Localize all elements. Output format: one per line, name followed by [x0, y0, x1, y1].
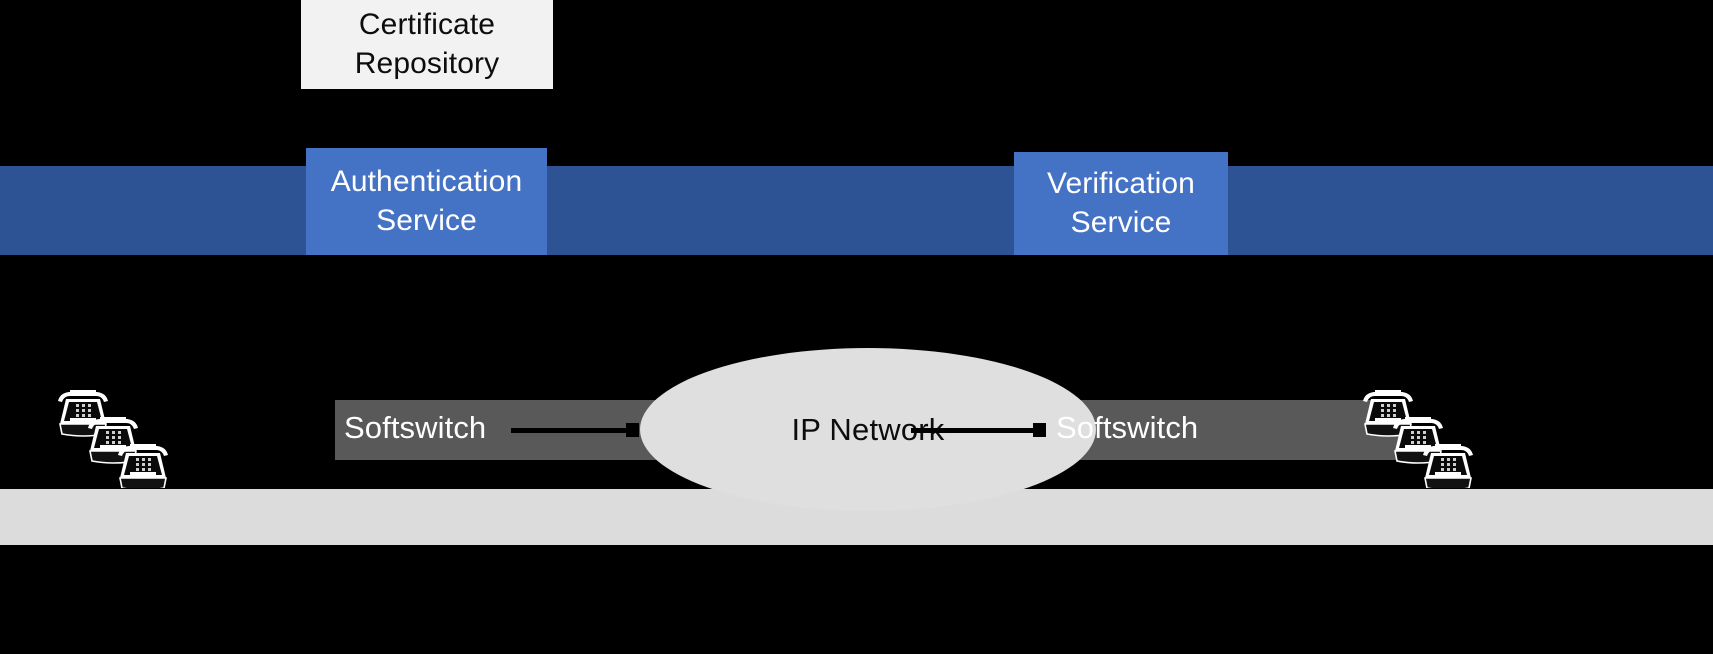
verification-service-label-line1: Verification	[1047, 167, 1195, 201]
right-telephone-cluster[interactable]	[1353, 378, 1473, 488]
diagram-canvas: Certificate Repository Authentication Se…	[0, 0, 1713, 654]
connector-endpoint-marker-right	[1033, 423, 1046, 437]
verification-service-label-line2: Service	[1070, 205, 1172, 239]
softswitch-right-label[interactable]: Softswitch	[1056, 412, 1198, 443]
certificate-repository-node[interactable]: Certificate Repository	[301, 0, 553, 89]
left-telephone-cluster[interactable]	[48, 378, 168, 488]
certificate-repository-label-line1: Certificate	[358, 8, 496, 42]
verification-service-node[interactable]: Verification Service	[1014, 152, 1228, 255]
telephone-icon	[1423, 444, 1473, 488]
service-plane-band	[0, 166, 1713, 255]
connector-endpoint-marker-left	[626, 423, 639, 437]
connector-ip-network-to-softswitch-right	[911, 428, 1034, 433]
telephone-icon	[118, 444, 168, 488]
telephone-icon-group-right	[1363, 390, 1473, 488]
softswitch-left-label[interactable]: Softswitch	[344, 412, 486, 443]
authentication-service-label-line2: Service	[376, 203, 477, 237]
authentication-service-label-line1: Authentication	[330, 165, 523, 199]
connector-softswitch-left-to-ip-network	[511, 428, 633, 433]
certificate-repository-label-line2: Repository	[354, 46, 500, 80]
authentication-service-node[interactable]: Authentication Service	[306, 148, 547, 255]
telephone-icon-group-left	[58, 390, 168, 488]
